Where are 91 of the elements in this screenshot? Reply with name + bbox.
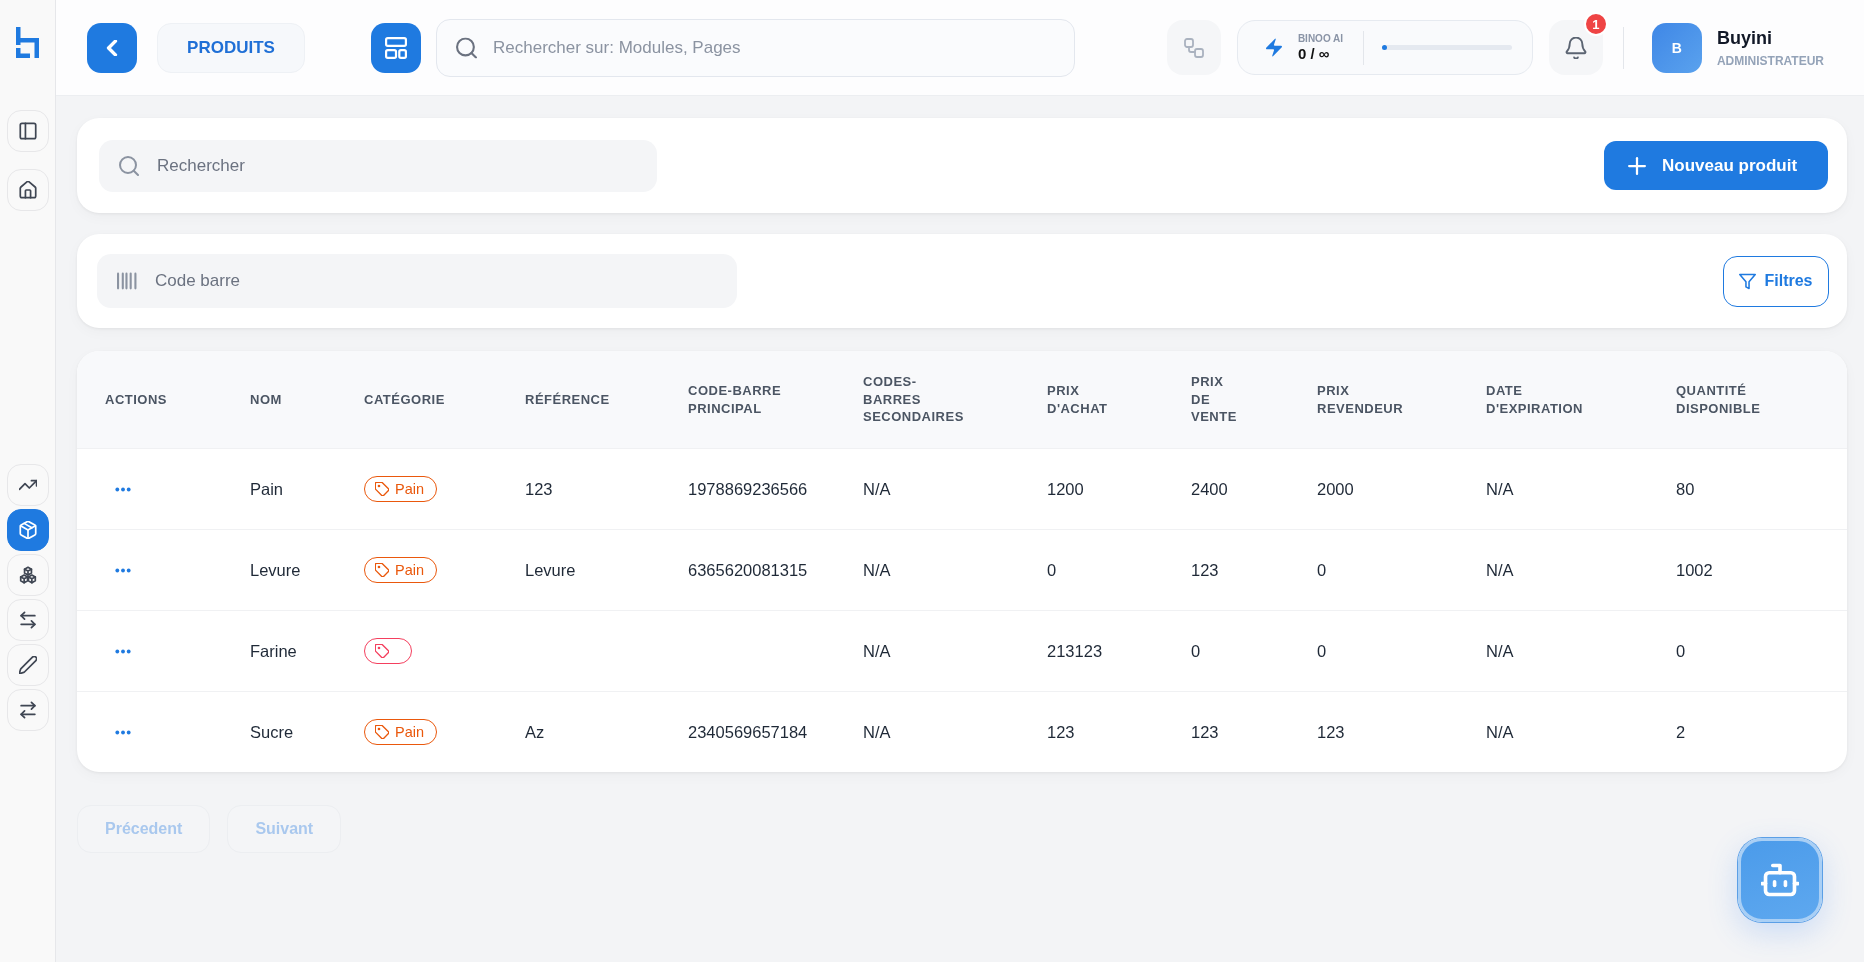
column-header: CATÉGORIE [364,390,445,409]
table-cell: N/A [1486,641,1514,661]
assistant-button[interactable] [1738,838,1822,922]
ai-usage-value: 0 / ∞ [1297,45,1331,62]
category-label: Pain [395,562,425,578]
table-cell: Farine [250,641,297,661]
column-header: CODES-BARRES SECONDAIRES [863,373,964,426]
filters-button[interactable]: Filtres [1723,255,1829,307]
tag-icon [375,725,389,739]
sidebar-button[interactable] [6,509,49,551]
home-icon [18,181,37,199]
table-cell: Pain [250,479,284,499]
user-role: ADMINISTRATEUR [1716,53,1824,68]
table-cell: 213123 [1047,641,1103,661]
swap-icon [18,701,37,719]
search-icon [456,37,477,58]
column-header: PRIX D'ACHAT [1047,381,1108,418]
column-header: ACTIONS [105,390,167,409]
table-cell: N/A [863,641,891,661]
column-header: RÉFÉRENCE [525,390,610,409]
funnel-icon [1739,272,1757,290]
table-cell: Levure [250,560,301,580]
table-cell: 80 [1676,479,1695,499]
user-name: Buyini [1716,27,1773,49]
category-label: Pain [395,724,425,740]
pencil-icon [18,656,37,674]
table-cell: N/A [863,722,891,742]
column-header: QUANTITÉ DISPONIBLE [1676,381,1761,418]
table-cell: N/A [1486,722,1514,742]
column-header: NOM [250,390,282,409]
column-header: PRIX REVENDEUR [1317,381,1404,418]
table-cell: N/A [1486,479,1514,499]
table-cell: 1978869236566 [688,479,808,499]
panel-icon [18,122,37,140]
table-cell: N/A [863,560,891,580]
table-cell: 123 [1191,722,1219,742]
table-cell: 0 [1317,560,1327,580]
plus-icon [1628,156,1646,175]
table-cell: 2000 [1317,479,1354,499]
page-title: PRODUITS [157,22,305,73]
table-cell: 1200 [1047,479,1084,499]
box-icon [18,521,37,539]
more-icon[interactable] [115,729,131,735]
more-icon[interactable] [115,567,131,573]
category-label: Pain [395,481,425,497]
barcode-icon [117,271,137,291]
tag-icon [375,644,389,658]
tag-icon [375,563,389,577]
ai-label: BINOO AI [1297,33,1344,44]
table-cell: N/A [863,479,891,499]
logo-icon [16,27,39,58]
layout-button[interactable] [371,22,421,73]
linked-squares-icon [1183,37,1204,58]
table-cell: 123 [1317,722,1345,742]
arrows-icon [18,611,37,629]
search-icon [119,155,139,176]
table-cell: Levure [525,560,576,580]
layout-icon [385,36,407,59]
column-header: CODE-BARRE PRINCIPAL [688,381,783,418]
column-header: PRIX DE VENTE [1191,373,1237,426]
user-avatar[interactable]: B [1651,22,1702,73]
bot-icon [1761,861,1799,899]
more-icon[interactable] [115,648,131,654]
table-cell: 6365620081315 [688,560,808,580]
table-cell: 0 [1676,641,1686,661]
new-product-button[interactable]: Nouveau produit [1604,141,1828,190]
table-cell: 2340569657184 [688,722,808,742]
chevron-left-icon [106,39,118,56]
table-cell: 123 [1047,722,1075,742]
tag-icon [375,482,389,496]
table-cell: 123 [1191,560,1219,580]
table-cell: Az [525,722,545,742]
bolt-icon [1265,38,1282,57]
cubes-icon [18,566,37,584]
table-cell: 123 [525,479,553,499]
bell-icon [1564,36,1587,59]
more-icon[interactable] [115,486,131,492]
barcode-field[interactable]: Code barre [97,254,737,308]
table-cell: N/A [1486,560,1514,580]
back-button[interactable] [87,22,137,73]
table-cell: 2400 [1191,479,1228,499]
table-cell: 0 [1047,560,1057,580]
search-field[interactable]: Rechercher sur: Modules, Pages [436,18,1075,77]
table-cell: 0 [1191,641,1201,661]
table-cell: 1002 [1676,560,1713,580]
table-cell: 2 [1676,722,1686,742]
table-cell: Sucre [250,722,294,742]
search-field[interactable]: Rechercher [99,139,657,192]
notification-count: 1 [1583,12,1608,36]
column-header: DATE D'EXPIRATION [1486,381,1583,418]
table-cell: 0 [1317,641,1327,661]
